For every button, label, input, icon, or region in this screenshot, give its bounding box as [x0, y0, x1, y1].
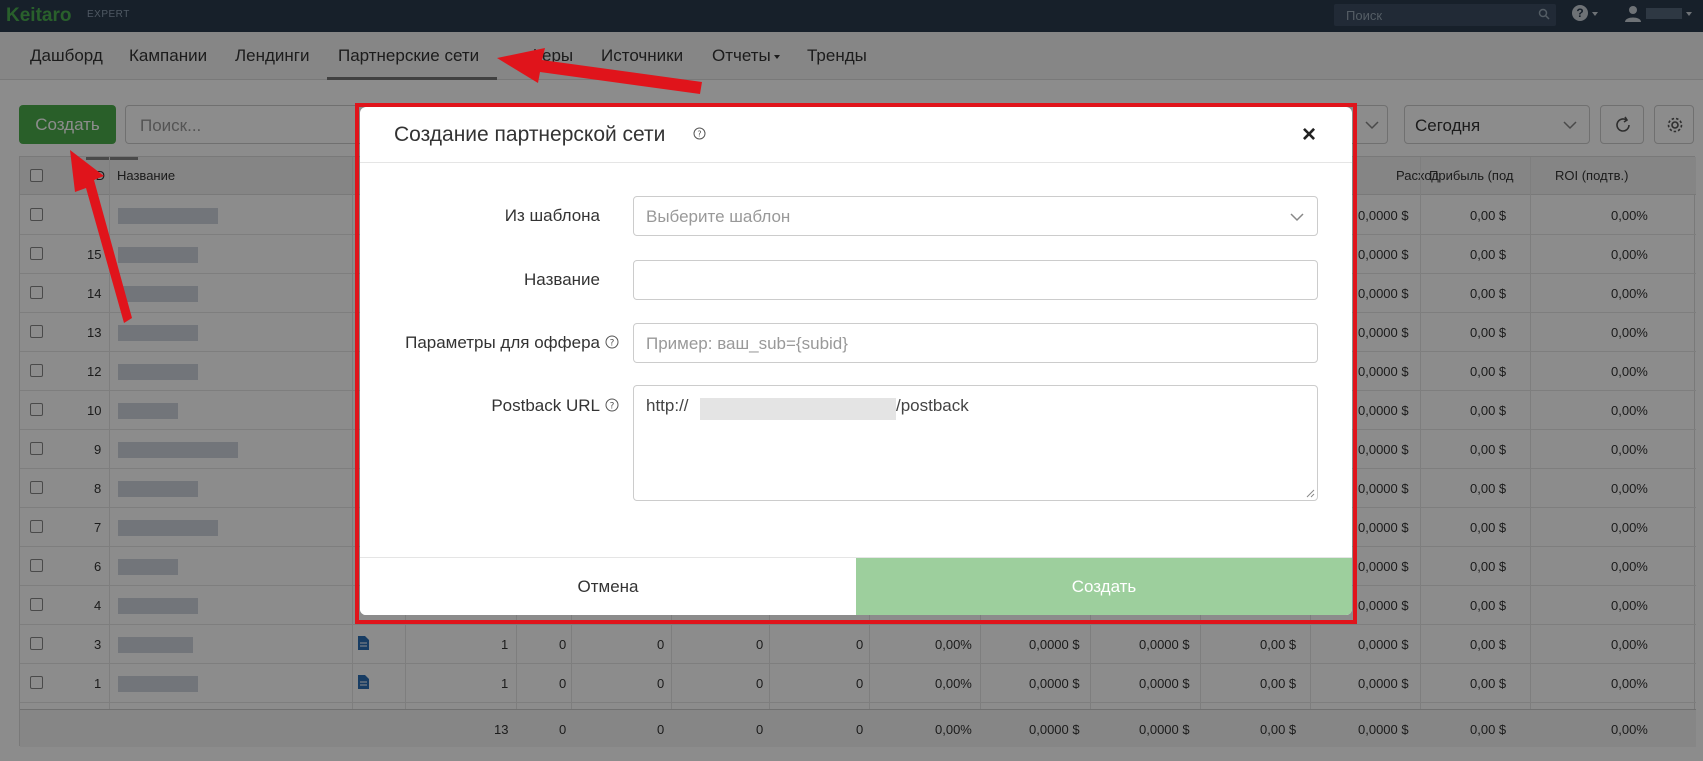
arrow-to-create-button	[70, 150, 132, 323]
annotation-arrows	[70, 48, 702, 323]
arrow-to-nav-item	[497, 48, 702, 94]
